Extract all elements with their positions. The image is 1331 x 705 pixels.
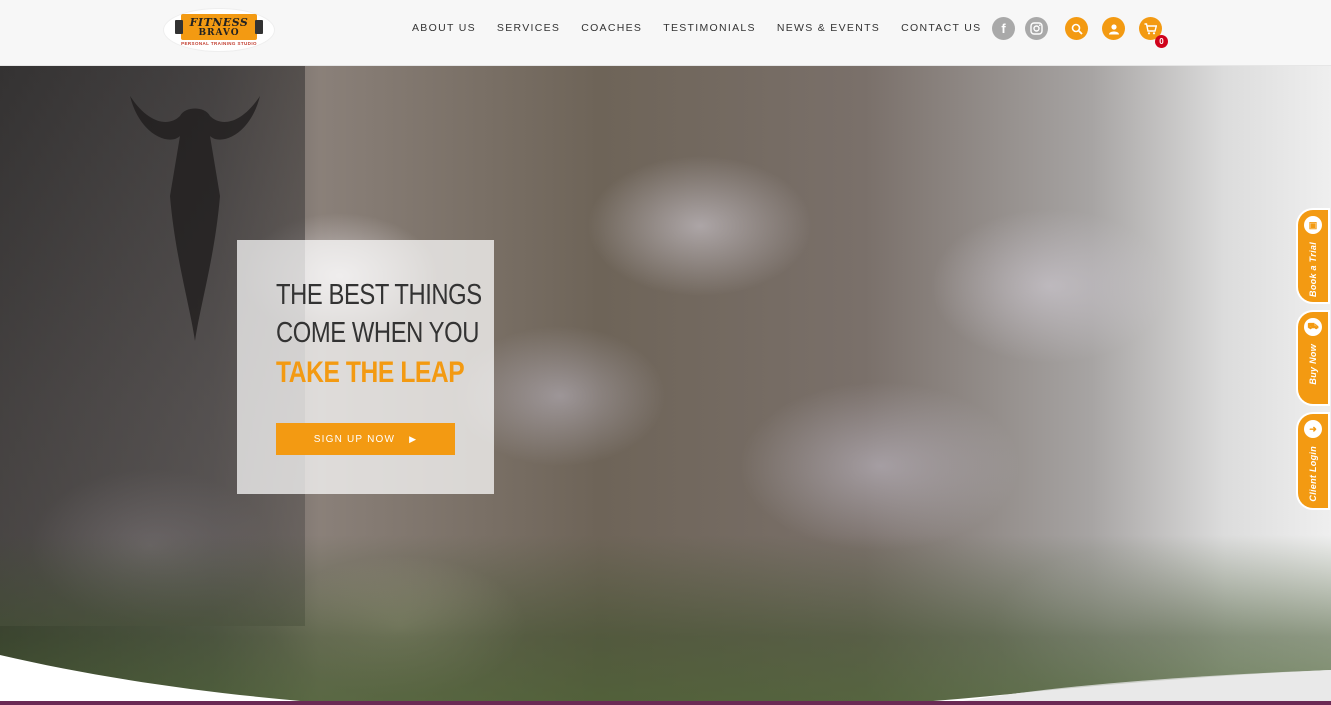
- hero-headline-line2: COME WHEN YOU: [276, 317, 479, 349]
- hero-headline-accent: TAKE THE LEAP: [276, 356, 465, 389]
- sign-up-now-button[interactable]: SIGN UP NOW ▶: [276, 423, 455, 455]
- cart-glyph: [1144, 22, 1157, 34]
- facebook-glyph: f: [1001, 21, 1006, 36]
- search-icon[interactable]: [1065, 17, 1088, 40]
- calendar-icon: ▣: [1304, 216, 1322, 234]
- sign-up-label: SIGN UP NOW: [313, 433, 396, 445]
- hero-banner: [0, 66, 1331, 705]
- play-arrow-icon: ▶: [409, 433, 418, 444]
- login-icon: ➜: [1304, 420, 1322, 438]
- buy-now-label: Buy Now: [1308, 344, 1318, 385]
- hero-wave-divider: [0, 655, 1331, 705]
- instagram-glyph: [1030, 22, 1043, 35]
- hero-promo-card: THE BEST THINGS COME WHEN YOU TAKE THE L…: [237, 240, 494, 494]
- bottom-accent-strip: [0, 701, 1331, 705]
- cart-count-badge: 0: [1155, 35, 1168, 48]
- hero-headline-line1: THE BEST THINGS: [276, 279, 482, 311]
- buy-now-tab[interactable]: ⛟ Buy Now: [1298, 312, 1328, 404]
- facebook-icon[interactable]: f: [992, 17, 1015, 40]
- instagram-icon[interactable]: [1025, 17, 1048, 40]
- header-icons: f: [0, 17, 1331, 43]
- book-trial-label: Book a Trial: [1308, 242, 1318, 297]
- client-login-label: Client Login: [1308, 446, 1318, 502]
- client-login-tab[interactable]: ➜ Client Login: [1298, 414, 1328, 508]
- book-trial-tab[interactable]: ▣ Book a Trial: [1298, 210, 1328, 302]
- user-glyph: [1108, 23, 1119, 34]
- account-icon[interactable]: [1102, 17, 1125, 40]
- search-glyph: [1071, 23, 1083, 35]
- site-header: FITNESS BRAVO PERSONAL TRAINING STUDIO A…: [0, 0, 1331, 66]
- cart-small-icon: ⛟: [1304, 318, 1322, 336]
